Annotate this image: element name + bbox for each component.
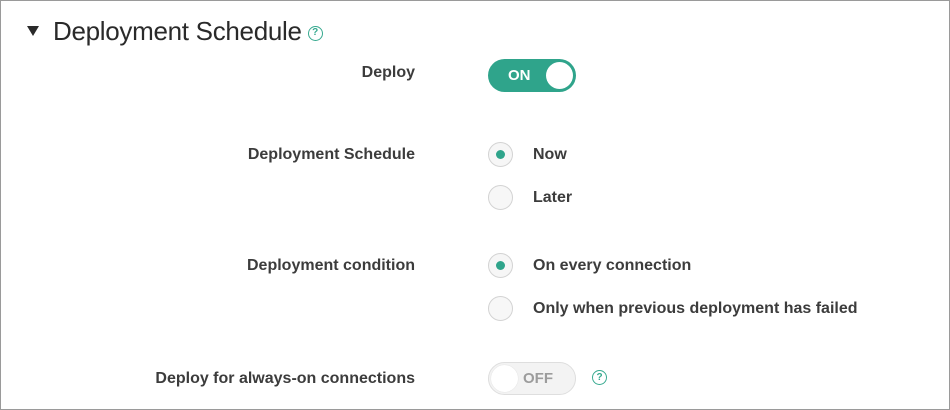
deployment-condition-label: Deployment condition: [247, 257, 415, 274]
toggle-knob: [546, 62, 573, 89]
radio-selected-dot: [496, 150, 505, 159]
section-header[interactable]: Deployment Schedule ?: [27, 14, 323, 48]
radio-every-connection[interactable]: [488, 253, 513, 278]
radio-now-label: Now: [533, 145, 567, 163]
radio-previous-failed-label: Only when previous deployment has failed: [533, 299, 858, 317]
always-on-toggle[interactable]: OFF: [488, 362, 576, 395]
toggle-knob: [491, 365, 518, 392]
radio-later-label: Later: [533, 188, 573, 206]
deploy-toggle[interactable]: ON: [488, 59, 576, 92]
section-title: Deployment Schedule: [53, 15, 302, 46]
deployment-schedule-panel: Deployment Schedule ? Deploy ON Deployme…: [0, 0, 950, 410]
radio-now[interactable]: [488, 142, 513, 167]
radio-selected-dot: [496, 261, 505, 270]
deploy-label: Deploy: [361, 64, 415, 81]
always-on-toggle-text: OFF: [523, 370, 553, 387]
deployment-schedule-label: Deployment Schedule: [247, 146, 415, 163]
always-on-label: Deploy for always-on connections: [155, 370, 415, 387]
radio-later[interactable]: [488, 185, 513, 210]
help-icon[interactable]: ?: [307, 25, 323, 41]
radio-every-connection-label: On every connection: [533, 256, 692, 274]
radio-option-later[interactable]: Later: [488, 185, 572, 210]
collapse-triangle-icon[interactable]: [27, 26, 39, 36]
help-icon[interactable]: ?: [592, 370, 607, 385]
radio-option-every-connection[interactable]: On every connection: [488, 253, 691, 278]
deploy-toggle-text: ON: [508, 67, 531, 84]
radio-previous-failed[interactable]: [488, 296, 513, 321]
radio-option-previous-failed[interactable]: Only when previous deployment has failed: [488, 296, 858, 321]
radio-option-now[interactable]: Now: [488, 142, 567, 167]
